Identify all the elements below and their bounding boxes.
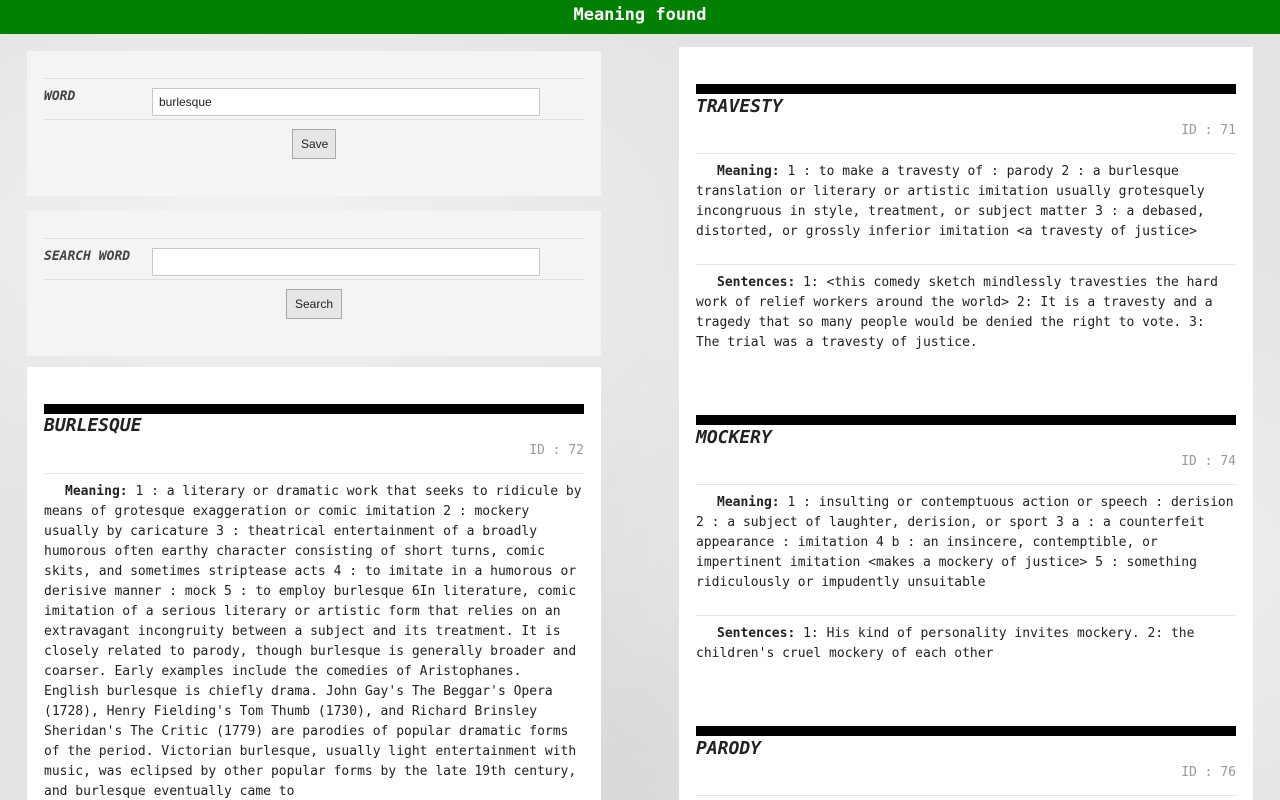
entry-id: ID : 76: [1181, 765, 1236, 780]
search-word-input[interactable]: [152, 248, 540, 276]
entry-id: ID : 71: [1181, 123, 1236, 138]
search-button[interactable]: Search: [286, 289, 342, 319]
word-input[interactable]: [152, 88, 540, 116]
word-row: WORD: [44, 78, 584, 120]
meaning-label: Meaning:: [717, 164, 780, 179]
entry-divider: [44, 473, 584, 474]
entry-meaning: Meaning: 1 : to make a travesty of : par…: [696, 162, 1236, 242]
entry-title-bar: [696, 726, 1236, 736]
entry-divider: [696, 153, 1236, 154]
search-word-panel: SEARCH WORD Search: [27, 211, 601, 356]
entry-word: TRAVESTY: [696, 96, 783, 117]
save-word-panel: WORD Save: [27, 51, 601, 196]
meaning-text: 1 : a literary or dramatic work that see…: [44, 484, 582, 799]
word-label: WORD: [44, 89, 76, 104]
word-entry-card: BURLESQUE ID : 72 Meaning: 1 : a literar…: [27, 367, 601, 800]
search-word-label: SEARCH WORD: [44, 249, 131, 264]
save-button[interactable]: Save: [292, 129, 336, 159]
entry-word: PARODY: [696, 738, 762, 759]
page-title: Meaning found: [573, 5, 707, 25]
entry-title-bar: [696, 84, 1236, 94]
entry-meaning: Meaning: 1 : a literary or dramatic work…: [44, 482, 584, 800]
meaning-label: Meaning:: [717, 495, 780, 510]
results-column: TRAVESTY ID : 71 Meaning: 1 : to make a …: [679, 47, 1253, 800]
sentences-label: Sentences:: [717, 275, 796, 290]
entry-sentences: Sentences: 1: <this comedy sketch mindle…: [696, 273, 1236, 353]
entry-divider: [696, 264, 1236, 265]
entry-word: BURLESQUE: [44, 415, 142, 436]
entry-word: MOCKERY: [696, 427, 772, 448]
meaning-label: Meaning:: [65, 484, 128, 499]
entry-id: ID : 74: [1181, 454, 1236, 469]
search-word-row: SEARCH WORD: [44, 238, 584, 280]
entry-id: ID : 72: [529, 443, 584, 458]
entry-meaning: Meaning: 1 : insulting or contemptuous a…: [696, 493, 1236, 593]
entry-sentences: Sentences: 1: His kind of personality in…: [696, 624, 1236, 664]
page-header: Meaning found: [0, 0, 1280, 34]
entry-divider: [696, 795, 1236, 796]
sentences-label: Sentences:: [717, 626, 796, 641]
entry-divider: [696, 615, 1236, 616]
entry-title-bar: [696, 415, 1236, 425]
entry-divider: [696, 484, 1236, 485]
entry-title-bar: [44, 404, 584, 414]
